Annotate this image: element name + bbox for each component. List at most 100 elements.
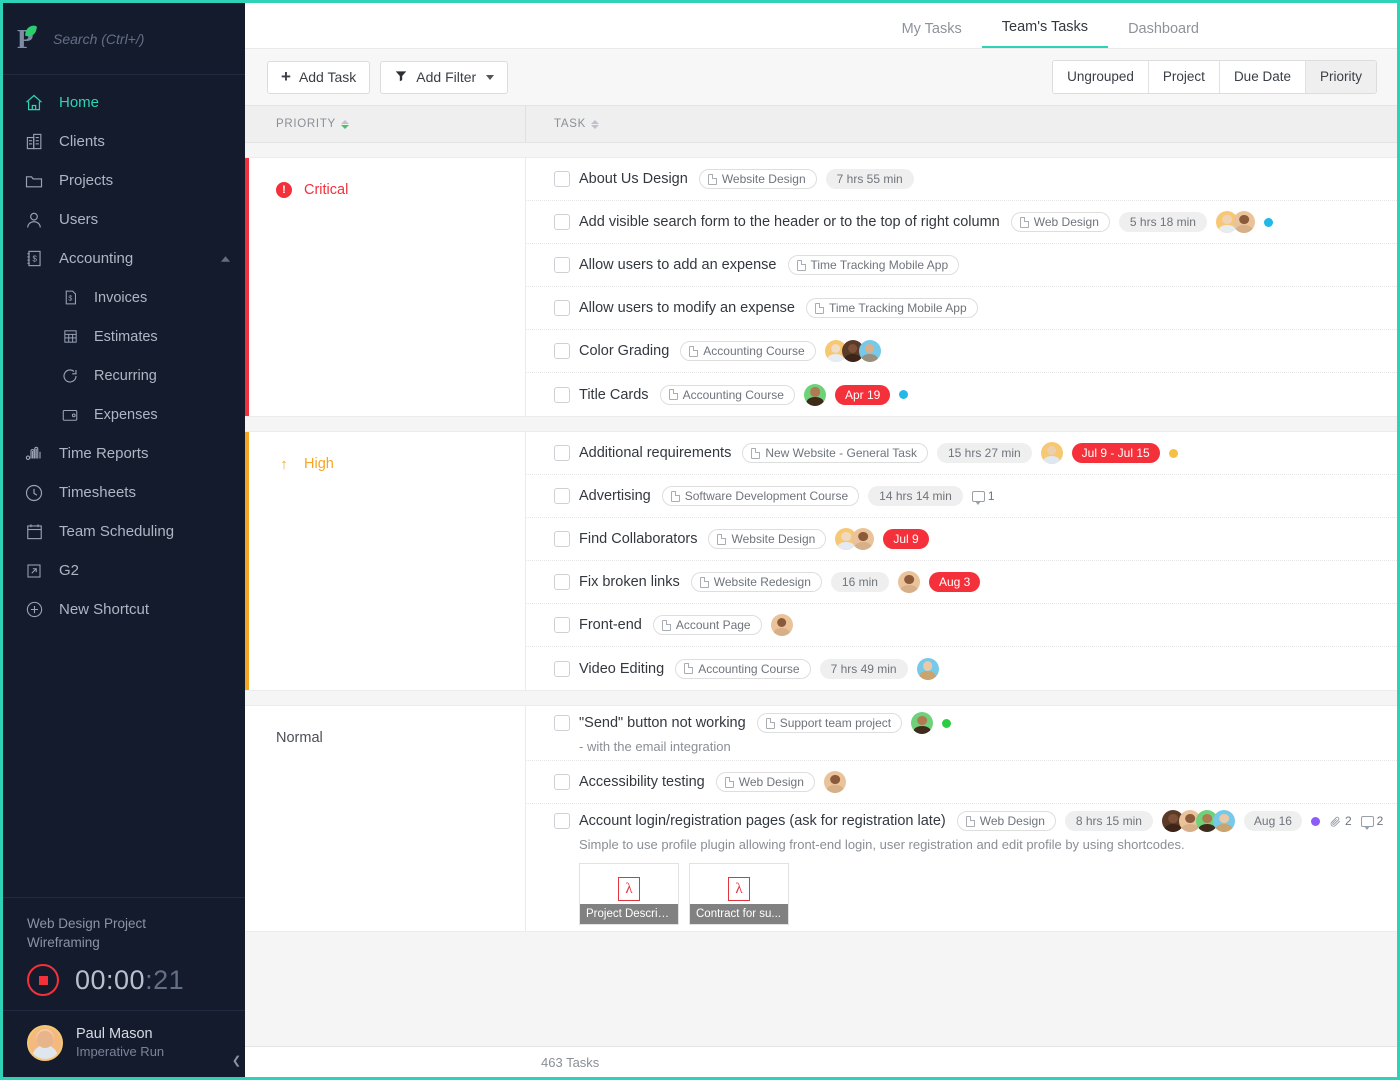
attachment-thumbnail[interactable]: λ Contract for su...	[689, 863, 789, 925]
task-name[interactable]: Title Cards	[579, 387, 649, 403]
assignee-avatars[interactable]	[911, 712, 934, 734]
due-date-chip[interactable]: Aug 16	[1243, 811, 1302, 831]
search-input[interactable]	[53, 30, 235, 47]
sidebar-item-users[interactable]: Users	[3, 200, 245, 239]
task-checkbox[interactable]	[554, 445, 570, 461]
table-row[interactable]: Allow users to modify an expense Time Tr…	[526, 287, 1397, 330]
project-chip[interactable]: Accounting Course	[680, 341, 816, 361]
table-row[interactable]: Fix broken links Website Redesign 16 min…	[526, 561, 1397, 604]
due-date-chip[interactable]: Jul 9	[883, 529, 929, 549]
task-checkbox[interactable]	[554, 531, 570, 547]
task-name[interactable]: Add visible search form to the header or…	[579, 214, 1000, 230]
task-name[interactable]: Advertising	[579, 488, 651, 504]
group-by-priority[interactable]: Priority	[1305, 61, 1376, 93]
tab-teams-tasks[interactable]: Team's Tasks	[981, 19, 1109, 48]
table-row[interactable]: Additional requirements New Website - Ge…	[526, 432, 1397, 475]
table-row[interactable]: Add visible search form to the header or…	[526, 201, 1397, 244]
sidebar-search-bar[interactable]: P	[3, 3, 264, 75]
attachment-thumbnail[interactable]: λ Project Descrip...	[579, 863, 679, 925]
table-row[interactable]: Color Grading Accounting Course	[526, 330, 1397, 373]
task-name[interactable]: About Us Design	[579, 171, 688, 187]
table-row[interactable]: Advertising Software Development Course …	[526, 475, 1397, 518]
project-chip[interactable]: Website Design	[708, 529, 827, 549]
sidebar-item-expenses[interactable]: Expenses	[3, 395, 245, 434]
task-checkbox[interactable]	[554, 300, 570, 316]
task-name[interactable]: Video Editing	[579, 661, 664, 677]
column-header-priority[interactable]: PRIORITY	[276, 118, 349, 130]
comment-count[interactable]: 2	[1360, 814, 1383, 830]
project-chip[interactable]: Software Development Course	[661, 486, 860, 506]
task-list-scroll[interactable]: ! Critical About Us Design Website Desig…	[245, 143, 1397, 1046]
table-row[interactable]: Find Collaborators Website Design Jul 9	[526, 518, 1397, 561]
column-header-task[interactable]: TASK	[554, 118, 599, 130]
task-checkbox[interactable]	[554, 774, 570, 790]
project-chip[interactable]: Accounting Course	[675, 658, 811, 679]
project-chip[interactable]: Web Design	[956, 811, 1056, 831]
assignee-avatars[interactable]	[897, 571, 920, 593]
sidebar-item-timesheets[interactable]: Timesheets	[3, 473, 245, 512]
sort-icon[interactable]	[590, 119, 599, 129]
task-name[interactable]: Front-end	[579, 617, 642, 633]
due-date-chip[interactable]: Jul 9 - Jul 15	[1071, 443, 1160, 463]
sidebar-item-recurring[interactable]: Recurring	[3, 356, 245, 395]
sidebar-item-invoices[interactable]: $ Invoices	[3, 278, 245, 317]
sidebar-item-accounting[interactable]: $ Accounting	[3, 239, 245, 278]
collapse-sidebar-button[interactable]: ❮	[228, 1044, 245, 1077]
task-name[interactable]: Account login/registration pages (ask fo…	[579, 813, 946, 829]
table-row[interactable]: Title Cards Accounting Course Apr 19	[526, 373, 1397, 416]
table-row[interactable]: Account login/registration pages (ask fo…	[526, 804, 1397, 931]
assignee-avatars[interactable]	[1040, 442, 1063, 464]
stop-timer-button[interactable]	[27, 964, 59, 996]
attachment-count[interactable]: 2	[1329, 814, 1352, 828]
tab-dashboard[interactable]: Dashboard	[1108, 21, 1219, 48]
task-name[interactable]: Fix broken links	[579, 574, 680, 590]
due-date-chip[interactable]: Apr 19	[834, 384, 891, 405]
assignee-avatars[interactable]	[770, 614, 793, 636]
task-checkbox[interactable]	[554, 257, 570, 273]
task-checkbox[interactable]	[554, 171, 570, 187]
assignee-avatars[interactable]	[823, 771, 846, 793]
sidebar-item-new-shortcut[interactable]: New Shortcut	[3, 590, 245, 629]
chevron-up-icon[interactable]	[220, 250, 231, 267]
task-name[interactable]: Allow users to modify an expense	[579, 300, 795, 316]
group-by-project[interactable]: Project	[1148, 61, 1220, 93]
task-name[interactable]: Color Grading	[579, 343, 669, 359]
add-filter-button[interactable]: Add Filter	[380, 60, 509, 94]
add-task-button[interactable]: + Add Task	[267, 60, 371, 94]
project-chip[interactable]: Web Design	[715, 772, 815, 792]
sidebar-item-home[interactable]: Home	[3, 83, 245, 122]
task-name[interactable]: Additional requirements	[579, 445, 731, 461]
table-row[interactable]: Video Editing Accounting Course 7 hrs 49…	[526, 647, 1397, 690]
sidebar-item-g2[interactable]: G2	[3, 551, 245, 590]
task-name[interactable]: "Send" button not working	[579, 715, 746, 731]
sort-icon[interactable]	[340, 119, 349, 129]
project-chip[interactable]: Support team project	[756, 713, 903, 733]
assignee-avatars[interactable]	[803, 383, 826, 406]
task-checkbox[interactable]	[554, 574, 570, 590]
project-chip[interactable]: Web Design	[1010, 212, 1110, 232]
sidebar-item-team-scheduling[interactable]: Team Scheduling	[3, 512, 245, 551]
sidebar-item-estimates[interactable]: Estimates	[3, 317, 245, 356]
table-row[interactable]: Accessibility testing Web Design	[526, 761, 1397, 804]
sidebar-item-projects[interactable]: Projects	[3, 161, 245, 200]
sidebar-item-clients[interactable]: Clients	[3, 122, 245, 161]
task-checkbox[interactable]	[554, 386, 570, 403]
task-checkbox[interactable]	[554, 214, 570, 230]
project-chip[interactable]: Website Design	[698, 169, 817, 189]
due-date-chip[interactable]: Aug 3	[928, 572, 981, 592]
comment-count[interactable]: 1	[971, 489, 995, 505]
assignee-avatars[interactable]	[824, 340, 881, 362]
project-chip[interactable]: Time Tracking Mobile App	[787, 255, 960, 275]
group-by-due-date[interactable]: Due Date	[1219, 61, 1306, 93]
task-checkbox[interactable]	[554, 660, 570, 677]
task-checkbox[interactable]	[554, 617, 570, 633]
task-name[interactable]: Accessibility testing	[579, 774, 705, 790]
project-chip[interactable]: Accounting Course	[659, 384, 795, 405]
group-by-ungrouped[interactable]: Ungrouped	[1053, 61, 1149, 93]
task-name[interactable]: Allow users to add an expense	[579, 257, 777, 273]
assignee-avatars[interactable]	[835, 528, 875, 550]
tab-my-tasks[interactable]: My Tasks	[882, 21, 982, 48]
project-chip[interactable]: Account Page	[652, 615, 762, 635]
assignee-avatars[interactable]	[916, 657, 939, 680]
project-chip[interactable]: New Website - General Task	[742, 443, 928, 463]
